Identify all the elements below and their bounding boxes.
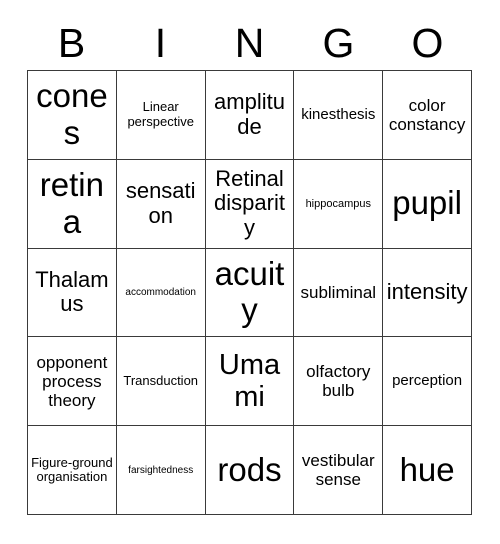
- bingo-cell[interactable]: hippocampus: [294, 159, 384, 249]
- bingo-cell[interactable]: Linear perspective: [116, 71, 206, 160]
- bingo-cell[interactable]: subliminal: [294, 248, 384, 338]
- bingo-cell-label: acuity: [214, 254, 285, 329]
- bingo-cell[interactable]: hue: [383, 426, 472, 515]
- bingo-cell-label: opponent process theory: [36, 352, 108, 410]
- header-letter-o: O: [411, 19, 444, 66]
- bingo-cell-label: Umami: [218, 348, 281, 414]
- bingo-cell[interactable]: perception: [383, 337, 472, 427]
- bingo-cell-label: Thalamus: [35, 266, 109, 317]
- bingo-cell[interactable]: opponent process theory: [28, 337, 117, 427]
- bingo-cell-label: hippocampus: [305, 197, 371, 210]
- bingo-cell[interactable]: accommodation: [116, 248, 206, 338]
- bingo-cell-label: Retinal disparity: [214, 165, 285, 240]
- bingo-cell[interactable]: sensation: [116, 159, 206, 249]
- header-letter-b: B: [57, 19, 86, 66]
- bingo-cell[interactable]: kinesthesis: [294, 71, 384, 160]
- bingo-cell-label: color constancy: [388, 95, 466, 134]
- bingo-cell-label: vestibular sense: [301, 451, 375, 490]
- bingo-cell[interactable]: Umami: [205, 337, 295, 427]
- bingo-cell-label: rods: [217, 450, 282, 488]
- bingo-cell[interactable]: Transduction: [116, 337, 206, 427]
- bingo-cell[interactable]: color constancy: [383, 71, 472, 160]
- header-letter-g: G: [322, 19, 355, 66]
- bingo-cell-label: hue: [399, 450, 455, 488]
- bingo-cell-label: accommodation: [125, 286, 196, 298]
- bingo-cell[interactable]: vestibular sense: [294, 426, 384, 515]
- bingo-cell[interactable]: Retinal disparity: [205, 159, 295, 249]
- bingo-cell-label: olfactory bulb: [306, 362, 371, 401]
- bingo-cell[interactable]: acuity: [205, 248, 295, 338]
- bingo-cell[interactable]: pupil: [383, 159, 472, 249]
- bingo-cell-label: Figure-ground organisation: [31, 454, 113, 485]
- bingo-cell[interactable]: olfactory bulb: [294, 337, 384, 427]
- bingo-cell-label: Transduction: [123, 373, 199, 389]
- bingo-cell[interactable]: farsightedness: [116, 426, 206, 515]
- header-letter-n: N: [234, 19, 265, 66]
- bingo-cell[interactable]: Thalamus: [28, 248, 117, 338]
- bingo-header: B I N G O: [27, 16, 472, 70]
- bingo-cell[interactable]: amplitude: [205, 71, 295, 160]
- bingo-cell-label: pupil: [392, 184, 462, 222]
- bingo-cell[interactable]: rods: [205, 426, 295, 515]
- bingo-cell-label: sensation: [125, 178, 196, 228]
- bingo-cell[interactable]: Figure-ground organisation: [28, 426, 117, 515]
- bingo-cell-label: farsightedness: [128, 464, 194, 476]
- bingo-cell-label: amplitude: [214, 89, 285, 139]
- bingo-cell-label: intensity: [386, 279, 468, 305]
- bingo-cell-label: subliminal: [300, 282, 377, 302]
- bingo-cell-label: kinesthesis: [301, 105, 376, 123]
- bingo-cell-label: perception: [392, 371, 463, 389]
- header-letter-i: I: [154, 19, 167, 66]
- bingo-cell[interactable]: intensity: [383, 248, 472, 338]
- bingo-card: B I N G O cones Linear perspective amplitu…: [0, 0, 500, 544]
- bingo-cell-label: retina: [39, 165, 104, 240]
- bingo-cell-label: cones: [36, 76, 108, 151]
- bingo-cell[interactable]: retina: [28, 159, 117, 249]
- bingo-cell[interactable]: cones: [28, 71, 117, 160]
- bingo-grid: cones Linear perspective amplitude kinesthe…: [27, 70, 472, 515]
- bingo-cell-label: Linear perspective: [127, 99, 194, 129]
